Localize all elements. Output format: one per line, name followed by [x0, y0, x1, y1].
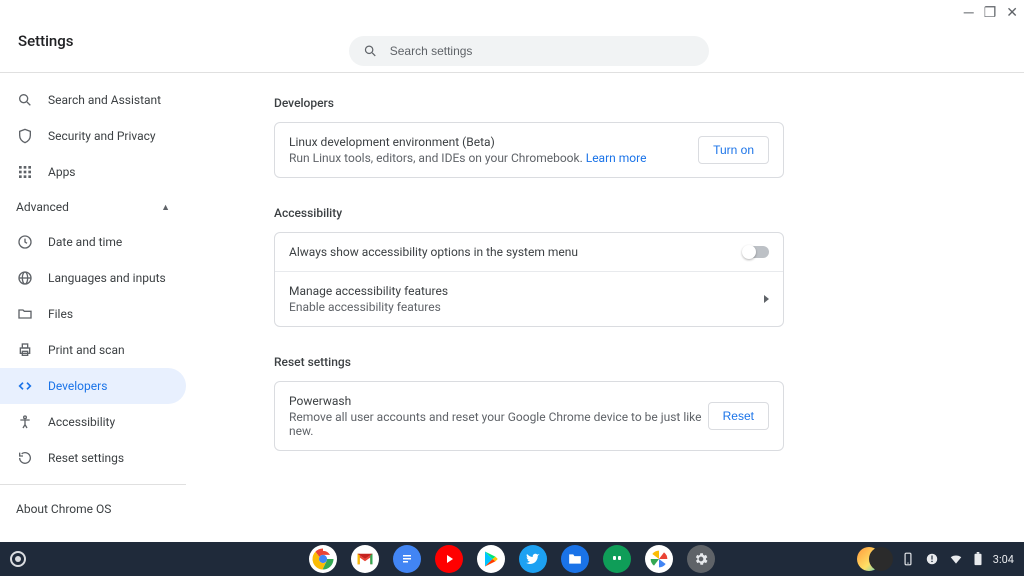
folder-icon — [16, 305, 34, 323]
search-input[interactable] — [390, 44, 695, 58]
avatar-2 — [869, 547, 893, 571]
accessibility-card: Always show accessibility options in the… — [274, 232, 784, 327]
files-icon[interactable] — [561, 545, 589, 573]
main-content: Developers Linux development environment… — [274, 82, 784, 451]
manage-accessibility-title: Manage accessibility features — [289, 284, 448, 298]
powerwash-sub: Remove all user accounts and reset your … — [289, 410, 708, 438]
section-title-developers: Developers — [274, 96, 784, 110]
photos-icon[interactable] — [645, 545, 673, 573]
search-icon — [363, 43, 378, 59]
always-show-label: Always show accessibility options in the… — [289, 245, 578, 259]
play-store-icon[interactable] — [477, 545, 505, 573]
avatar-stack[interactable] — [857, 545, 891, 573]
sidebar-item-about[interactable]: About Chrome OS — [0, 493, 186, 525]
learn-more-link[interactable]: Learn more — [586, 151, 647, 165]
search-icon — [16, 91, 34, 109]
docs-icon[interactable] — [393, 545, 421, 573]
launcher-icon — [10, 551, 26, 567]
search-bar[interactable] — [349, 36, 709, 66]
sidebar-advanced-toggle[interactable]: Advanced ▲ — [0, 190, 186, 224]
linux-dev-title: Linux development environment (Beta) — [289, 135, 646, 149]
section-title-accessibility: Accessibility — [274, 206, 784, 220]
sidebar-item-label: Files — [48, 307, 73, 321]
manage-accessibility-row[interactable]: Manage accessibility features Enable acc… — [275, 271, 783, 326]
linux-dev-sub: Run Linux tools, editors, and IDEs on yo… — [289, 151, 646, 165]
sidebar-item-reset-settings[interactable]: Reset settings — [0, 440, 186, 476]
shelf-apps — [309, 545, 715, 573]
wifi-icon — [949, 552, 963, 566]
sidebar-item-label: Search and Assistant — [48, 93, 161, 107]
advanced-label: Advanced — [16, 200, 69, 214]
header-divider — [0, 72, 1024, 73]
powerwash-row: Powerwash Remove all user accounts and r… — [275, 382, 783, 450]
sidebar-item-label: Accessibility — [48, 415, 115, 429]
sidebar-item-label: Date and time — [48, 235, 122, 249]
sidebar-item-label: Languages and inputs — [48, 271, 166, 285]
sidebar-item-files[interactable]: Files — [0, 296, 186, 332]
shield-icon — [16, 127, 34, 145]
turn-on-button[interactable]: Turn on — [698, 136, 769, 164]
developers-card: Linux development environment (Beta) Run… — [274, 122, 784, 178]
sidebar-item-label: Print and scan — [48, 343, 125, 357]
sidebar-item-search-assistant[interactable]: Search and Assistant — [0, 82, 186, 118]
restore-icon[interactable]: ❐ — [984, 6, 997, 20]
notification-icon — [925, 552, 939, 566]
about-label: About Chrome OS — [16, 502, 111, 516]
battery-icon — [973, 552, 983, 566]
sidebar-item-label: Reset settings — [48, 451, 124, 465]
printer-icon — [16, 341, 34, 359]
settings-icon[interactable] — [687, 545, 715, 573]
sidebar-item-accessibility[interactable]: Accessibility — [0, 404, 186, 440]
minimize-icon[interactable]: ─ — [964, 6, 974, 20]
always-show-row[interactable]: Always show accessibility options in the… — [275, 233, 783, 271]
code-icon — [16, 377, 34, 395]
close-icon[interactable]: ✕ — [1006, 6, 1018, 20]
globe-icon — [16, 269, 34, 287]
sidebar-item-developers[interactable]: Developers — [0, 368, 186, 404]
apps-icon — [16, 163, 34, 181]
sidebar: Search and Assistant Security and Privac… — [0, 82, 186, 525]
sidebar-item-languages[interactable]: Languages and inputs — [0, 260, 186, 296]
sidebar-item-label: Apps — [48, 165, 76, 179]
sidebar-item-security-privacy[interactable]: Security and Privacy — [0, 118, 186, 154]
phone-icon — [901, 552, 915, 566]
page-title: Settings — [18, 32, 74, 50]
sidebar-item-label: Security and Privacy — [48, 129, 156, 143]
twitter-icon[interactable] — [519, 545, 547, 573]
clock-text: 3:04 — [993, 553, 1014, 566]
gmail-icon[interactable] — [351, 545, 379, 573]
always-show-toggle[interactable] — [743, 246, 769, 258]
sidebar-item-apps[interactable]: Apps — [0, 154, 186, 190]
sidebar-divider — [0, 484, 186, 485]
sidebar-item-date-time[interactable]: Date and time — [0, 224, 186, 260]
accessibility-icon — [16, 413, 34, 431]
chevron-right-icon — [764, 295, 769, 303]
chevron-up-icon: ▲ — [161, 202, 170, 213]
powerwash-title: Powerwash — [289, 394, 708, 408]
reset-card: Powerwash Remove all user accounts and r… — [274, 381, 784, 451]
hangouts-icon[interactable] — [603, 545, 631, 573]
status-tray[interactable]: 3:04 — [857, 545, 1014, 573]
chrome-icon[interactable] — [309, 545, 337, 573]
youtube-icon[interactable] — [435, 545, 463, 573]
launcher-button[interactable] — [10, 551, 26, 567]
clock-icon — [16, 233, 34, 251]
reset-button[interactable]: Reset — [708, 402, 769, 430]
linux-dev-row: Linux development environment (Beta) Run… — [275, 123, 783, 177]
manage-accessibility-sub: Enable accessibility features — [289, 300, 448, 314]
linux-dev-sub-text: Run Linux tools, editors, and IDEs on yo… — [289, 151, 586, 165]
sidebar-item-label: Developers — [48, 379, 107, 393]
shelf: 3:04 — [0, 542, 1024, 576]
section-title-reset: Reset settings — [274, 355, 784, 369]
reset-icon — [16, 449, 34, 467]
sidebar-item-print-scan[interactable]: Print and scan — [0, 332, 186, 368]
